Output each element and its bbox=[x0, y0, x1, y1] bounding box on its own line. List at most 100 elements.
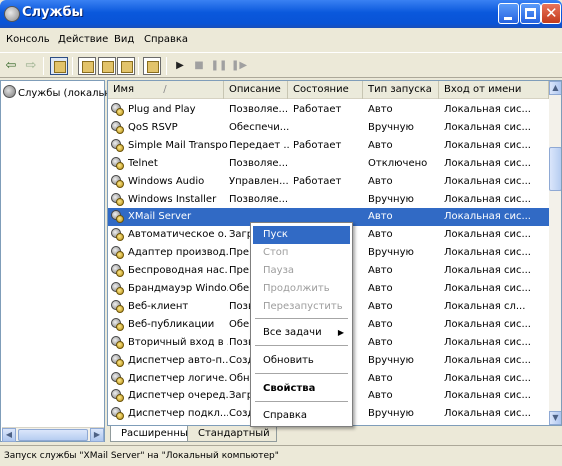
service-gear-icon bbox=[111, 389, 125, 403]
horizontal-scrollbar[interactable]: ◀ ▶ bbox=[2, 427, 104, 442]
service-name-cell: Windows Installer bbox=[128, 193, 217, 205]
context-menu: Пуск Стоп Пауза Продолжить Перезапустить… bbox=[250, 222, 353, 427]
scroll-down-icon[interactable]: ▼ bbox=[549, 411, 561, 425]
service-logon-cell: Локальная сис... bbox=[444, 139, 531, 151]
service-startup-cell: Авто bbox=[368, 139, 393, 151]
service-desc-cell: Передает ... bbox=[229, 139, 289, 151]
service-logon-cell: Локальная сис... bbox=[444, 390, 531, 402]
service-gear-icon bbox=[111, 156, 125, 171]
service-row[interactable]: Windows Installer Позволяе... Вручную Локал… bbox=[108, 191, 549, 209]
menu-action[interactable]: Действие bbox=[58, 34, 108, 45]
pause-icon[interactable]: ❚❚ bbox=[210, 57, 228, 75]
menu-console[interactable]: Консоль bbox=[6, 34, 50, 45]
scroll-right-icon[interactable]: ▶ bbox=[90, 428, 104, 442]
menu-item-refresh[interactable]: Обновить bbox=[253, 352, 350, 370]
service-row[interactable]: Simple Mail Transpo... Передает ... Работа… bbox=[108, 137, 549, 155]
service-desc-cell: Управлен... bbox=[229, 175, 289, 187]
scroll-thumb[interactable] bbox=[18, 429, 88, 441]
service-startup-cell: Вручную bbox=[368, 408, 414, 420]
menu-item-start[interactable]: Пуск bbox=[253, 226, 350, 244]
service-name-cell: Windows Audio bbox=[128, 175, 205, 187]
maximize-button[interactable] bbox=[520, 3, 541, 24]
menu-item-help[interactable]: Справка bbox=[253, 407, 350, 425]
console-tree-icon[interactable] bbox=[50, 57, 68, 75]
service-startup-cell: Авто bbox=[368, 390, 393, 402]
service-row[interactable]: Windows Audio Управлен... Работает Авто Лока… bbox=[108, 173, 549, 191]
menu-item-restart[interactable]: Перезапустить bbox=[253, 298, 350, 316]
column-header-status[interactable]: Состояние bbox=[288, 81, 363, 99]
menu-item-resume[interactable]: Продолжить bbox=[253, 280, 350, 298]
maximize-icon bbox=[525, 8, 536, 19]
service-gear-icon bbox=[111, 120, 125, 135]
scroll-up-icon[interactable]: ▲ bbox=[549, 81, 561, 95]
service-gear-icon bbox=[111, 103, 125, 117]
console-tree-pane[interactable]: Службы (локальны ◀ ▶ bbox=[0, 80, 119, 442]
menu-view[interactable]: Вид bbox=[114, 34, 134, 45]
submenu-arrow-icon: ▶ bbox=[337, 328, 344, 337]
service-startup-cell: Вручную bbox=[368, 247, 414, 259]
service-row[interactable]: Plug and Play Позволяе... Работает Авто Лока… bbox=[108, 101, 549, 119]
menu-item-pause[interactable]: Пауза bbox=[253, 262, 350, 280]
properties-icon[interactable] bbox=[78, 57, 96, 75]
column-header-startup[interactable]: Тип запуска bbox=[363, 81, 439, 99]
service-name-cell: Брандмауэр Windo... bbox=[128, 283, 228, 294]
column-header-description[interactable]: Описание bbox=[224, 81, 288, 99]
service-gear-icon bbox=[111, 228, 125, 242]
stop-icon[interactable]: ■ bbox=[190, 57, 208, 75]
service-logon-cell: Локальная сис... bbox=[444, 336, 531, 348]
service-startup-cell: Авто bbox=[368, 229, 393, 241]
service-logon-cell: Локальная сис... bbox=[444, 121, 531, 133]
minimize-icon bbox=[504, 17, 512, 20]
service-startup-cell: Авто bbox=[368, 265, 393, 277]
status-text: Запуск службы "XMail Server" на "Локальн… bbox=[4, 451, 279, 461]
service-name-cell: QoS RSVP bbox=[128, 121, 178, 133]
column-header-name[interactable]: Имя / bbox=[108, 81, 224, 99]
tree-node-services[interactable]: Службы (локальны bbox=[3, 85, 119, 99]
service-startup-cell: Авто bbox=[368, 336, 393, 348]
service-gear-icon bbox=[111, 264, 125, 278]
title-bar[interactable]: Службы ✕ bbox=[0, 0, 562, 28]
service-row[interactable]: Telnet Позволяе... Отключено Локальная сис.… bbox=[108, 155, 549, 173]
service-name-cell: Вторичный вход в ... bbox=[128, 336, 228, 348]
scroll-thumb[interactable] bbox=[549, 147, 561, 191]
menu-separator bbox=[255, 318, 348, 319]
service-desc-cell: Позволяе... bbox=[229, 157, 289, 169]
menu-help[interactable]: Справка bbox=[144, 34, 188, 45]
service-desc-cell: Позволяе... bbox=[229, 104, 289, 115]
service-logon-cell: Локальная сис... bbox=[444, 247, 531, 259]
service-gear-icon bbox=[111, 192, 125, 207]
minimize-button[interactable] bbox=[498, 3, 519, 24]
service-startup-cell: Авто bbox=[368, 283, 393, 294]
tab-standard[interactable]: Стандартный bbox=[187, 426, 277, 442]
restart-icon[interactable]: ❚▶ bbox=[230, 57, 248, 75]
service-status-cell: Работает bbox=[293, 104, 342, 115]
column-header-logon[interactable]: Вход от имени bbox=[439, 81, 549, 99]
service-logon-cell: Локальная сл... bbox=[444, 300, 526, 312]
scroll-left-icon[interactable]: ◀ bbox=[2, 428, 16, 442]
service-startup-cell: Авто bbox=[368, 372, 393, 384]
service-row[interactable]: QoS RSVP Обеспечи... Вручную Локальная сис.… bbox=[108, 119, 549, 137]
menu-item-all-tasks-label: Все задачи bbox=[263, 327, 322, 338]
close-button[interactable]: ✕ bbox=[541, 3, 561, 24]
play-icon[interactable]: ▶ bbox=[171, 57, 189, 75]
service-logon-cell: Локальная сис... bbox=[444, 265, 531, 277]
window-title: Службы bbox=[22, 5, 84, 20]
service-logon-cell: Локальная сис... bbox=[444, 354, 531, 366]
service-name-cell: Адаптер производ... bbox=[128, 247, 228, 259]
service-gear-icon bbox=[111, 299, 125, 314]
service-desc-cell: Обеспечи... bbox=[229, 121, 289, 133]
refresh-icon[interactable] bbox=[98, 57, 116, 75]
service-gear-icon bbox=[111, 407, 125, 421]
forward-arrow-icon[interactable]: ⇨ bbox=[22, 57, 40, 75]
service-logon-cell: Локальная сис... bbox=[444, 229, 531, 241]
menu-item-all-tasks[interactable]: Все задачи ▶ bbox=[253, 324, 350, 342]
vertical-scrollbar[interactable]: ▲ ▼ bbox=[549, 81, 561, 425]
menu-item-properties[interactable]: Свойства bbox=[253, 380, 350, 398]
service-name-cell: Диспетчер авто-п... bbox=[128, 354, 228, 366]
help-icon[interactable] bbox=[143, 57, 161, 75]
export-list-icon[interactable] bbox=[117, 57, 135, 75]
menu-item-stop[interactable]: Стоп bbox=[253, 244, 350, 262]
service-gear-icon bbox=[111, 246, 125, 260]
toolbar-separator bbox=[72, 57, 73, 75]
back-arrow-icon[interactable]: ⇦ bbox=[2, 57, 20, 75]
